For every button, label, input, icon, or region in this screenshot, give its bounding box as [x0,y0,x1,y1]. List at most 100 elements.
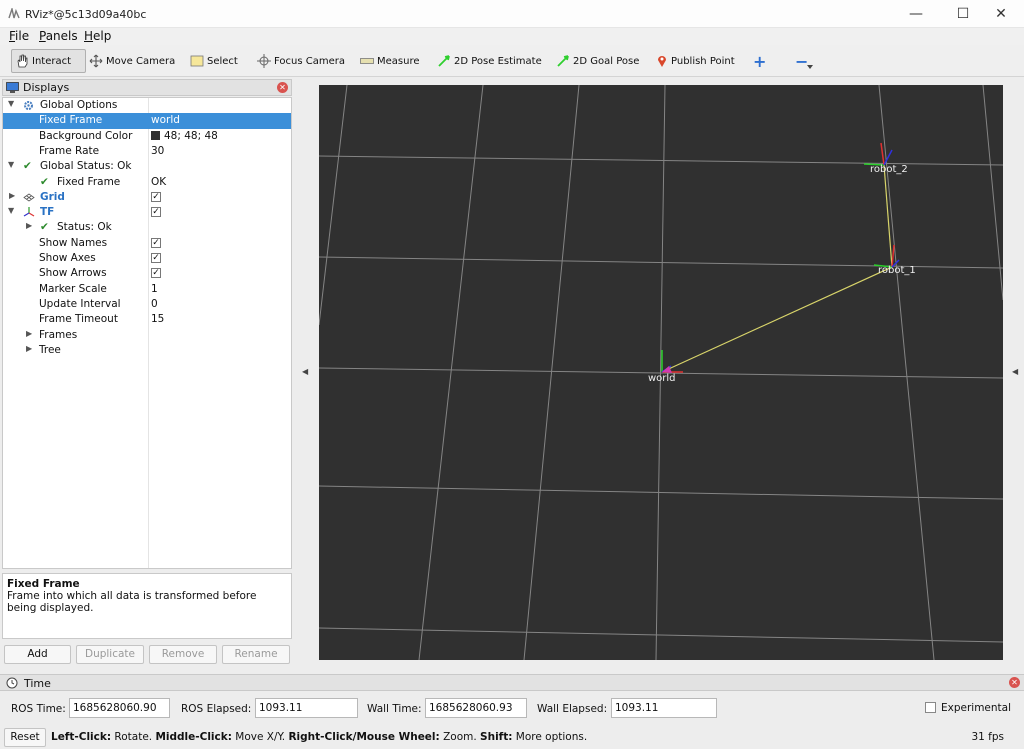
render-canvas[interactable]: world robot_1 robot_2 [319,85,1003,660]
render-view[interactable]: world robot_1 robot_2 [319,85,1003,660]
left-splitter-arrow-icon[interactable]: ◀ [302,367,308,376]
tree-row-fixed-frame[interactable]: Fixed Frame world [3,113,291,129]
displays-tree: ▼ Global Options Fixed Frame world Backg… [2,97,292,569]
update-interval-value[interactable]: 0 [151,298,158,310]
goal-pose-tool-button[interactable]: 2D Goal Pose [556,49,639,73]
wall-time-label: Wall Time: [367,703,422,715]
focus-camera-label: Focus Camera [274,55,345,67]
ros-time-label: ROS Time: [11,703,66,715]
tree-row-tree[interactable]: ▶ Tree [3,343,291,358]
time-close-icon[interactable]: ✕ [1009,677,1020,688]
move-arrows-icon [89,54,103,68]
minimize-button[interactable]: — [893,0,939,28]
show-names-checkbox[interactable]: ✓ [151,237,161,248]
show-axes-checkbox[interactable]: ✓ [151,253,161,263]
close-window-button[interactable]: ✕ [978,0,1024,28]
color-swatch[interactable] [151,130,160,140]
hand-cursor-icon [17,54,28,68]
displays-close-icon[interactable]: ✕ [277,82,288,93]
focus-camera-tool-button[interactable]: Focus Camera [257,49,345,73]
collapse-arrow-icon[interactable]: ▶ [26,329,32,338]
world-frame-axes [661,350,683,373]
expand-arrow-icon[interactable]: ▼ [8,99,14,108]
expand-arrow-icon[interactable]: ▼ [8,206,14,215]
experimental-checkbox[interactable] [925,702,936,713]
ros-elapsed-field[interactable]: 1093.11 [255,698,358,718]
show-arrows-checkbox[interactable]: ✓ [151,268,161,279]
tree-label: Grid [40,190,65,203]
tree-label: Show Names [39,236,108,249]
collapse-arrow-icon[interactable]: ▶ [9,191,15,200]
grid-enabled-checkbox[interactable]: ✓ [151,191,161,202]
interact-label: Interact [32,55,72,67]
tree-label: Fixed Frame [39,114,103,127]
tree-row-show-arrows[interactable]: Show Arrows ✓ [3,266,291,281]
map-pin-icon [658,56,666,67]
menu-help[interactable]: Help [84,29,111,43]
select-tool-button[interactable]: Select [190,49,238,73]
tree-row-frame-timeout[interactable]: Frame Timeout 15 [3,312,291,327]
tree-row-update-interval[interactable]: Update Interval 0 [3,297,291,312]
tree-row-marker-scale[interactable]: Marker Scale 1 [3,282,291,297]
remove-tool-button[interactable]: − [795,49,808,73]
clock-icon [6,677,18,689]
tf-enabled-checkbox[interactable]: ✓ [151,207,161,218]
collapse-arrow-icon[interactable]: ▶ [26,221,32,230]
menu-file[interactable]: File [9,29,29,43]
ros-elapsed-label: ROS Elapsed: [181,703,252,715]
tree-row-frames[interactable]: ▶ Frames [3,328,291,343]
frame-rate-value[interactable]: 30 [151,145,164,157]
tree-label: Tree [39,343,61,356]
duplicate-display-button[interactable]: Duplicate [76,645,144,664]
move-camera-tool-button[interactable]: Move Camera [89,49,175,73]
right-splitter-arrow-icon[interactable]: ◀ [1012,367,1018,376]
tree-row-show-names[interactable]: Show Names ✓ [3,236,291,251]
remove-display-button[interactable]: Remove [149,645,217,664]
tree-label: Marker Scale [39,282,107,295]
hint-text-more: More options. [512,731,588,743]
grid-icon [23,193,35,202]
frame-timeout-value[interactable]: 15 [151,313,164,325]
add-display-button[interactable]: Add [4,645,71,664]
dropdown-chevron-icon[interactable] [807,65,813,69]
menu-panels[interactable]: Panels [39,29,78,43]
tree-label: Show Axes [39,252,96,264]
marker-scale-value[interactable]: 1 [151,283,158,295]
measure-tool-button[interactable]: Measure [360,49,420,73]
tree-row-show-axes[interactable]: Show Axes ✓ [3,251,291,266]
expand-arrow-icon[interactable]: ▼ [8,160,14,169]
ros-time-field[interactable]: 1685628060.90 [69,698,170,718]
wall-time-field[interactable]: 1685628060.93 [425,698,527,718]
collapse-arrow-icon[interactable]: ▶ [26,344,32,353]
tree-row-global-options[interactable]: ▼ Global Options [3,98,291,113]
background-color-text: 48; 48; 48 [164,129,218,142]
rename-display-button[interactable]: Rename [222,645,290,664]
tree-row-tf[interactable]: ▼ TF ✓ [3,205,291,220]
pose-estimate-tool-button[interactable]: 2D Pose Estimate [437,49,542,73]
displays-panel-header: Displays ✕ [2,79,292,96]
wall-elapsed-field[interactable]: 1093.11 [611,698,717,718]
hint-key-shift: Shift: [480,731,513,743]
fixed-frame-value[interactable]: world [151,114,180,126]
window-title: RViz*@5c13d09a40bc [25,8,147,21]
property-description: Fixed Frame Frame into which all data is… [2,573,292,639]
green-arrow-icon [438,55,450,67]
reset-button[interactable]: Reset [4,728,46,747]
background-color-value[interactable]: 48; 48; 48 [151,130,218,142]
status-bar: Reset Left-Click: Rotate. Middle-Click: … [0,726,1024,749]
crosshair-icon [257,54,271,68]
tree-row-frame-rate[interactable]: Frame Rate 30 [3,144,291,159]
tree-row-global-status[interactable]: ▼ ✔ Global Status: Ok [3,159,291,174]
experimental-toggle[interactable]: Experimental [925,702,1011,714]
tree-row-background-color[interactable]: Background Color 48; 48; 48 [3,129,291,144]
publish-point-tool-button[interactable]: Publish Point [656,49,735,73]
tree-label: Global Options [40,99,118,111]
tree-row-fixed-frame-status[interactable]: ✔ Fixed Frame OK [3,175,291,190]
tree-row-grid[interactable]: ▶ Grid ✓ [3,190,291,205]
description-text: Frame into which all data is transformed… [7,590,257,614]
robot-2-frame-label: robot_2 [870,164,908,175]
add-tool-button[interactable]: + [753,49,766,73]
tree-row-tf-status[interactable]: ▶ ✔ Status: Ok [3,220,291,235]
interact-tool-button[interactable]: Interact [11,49,86,73]
world-frame-label: world [648,373,676,384]
